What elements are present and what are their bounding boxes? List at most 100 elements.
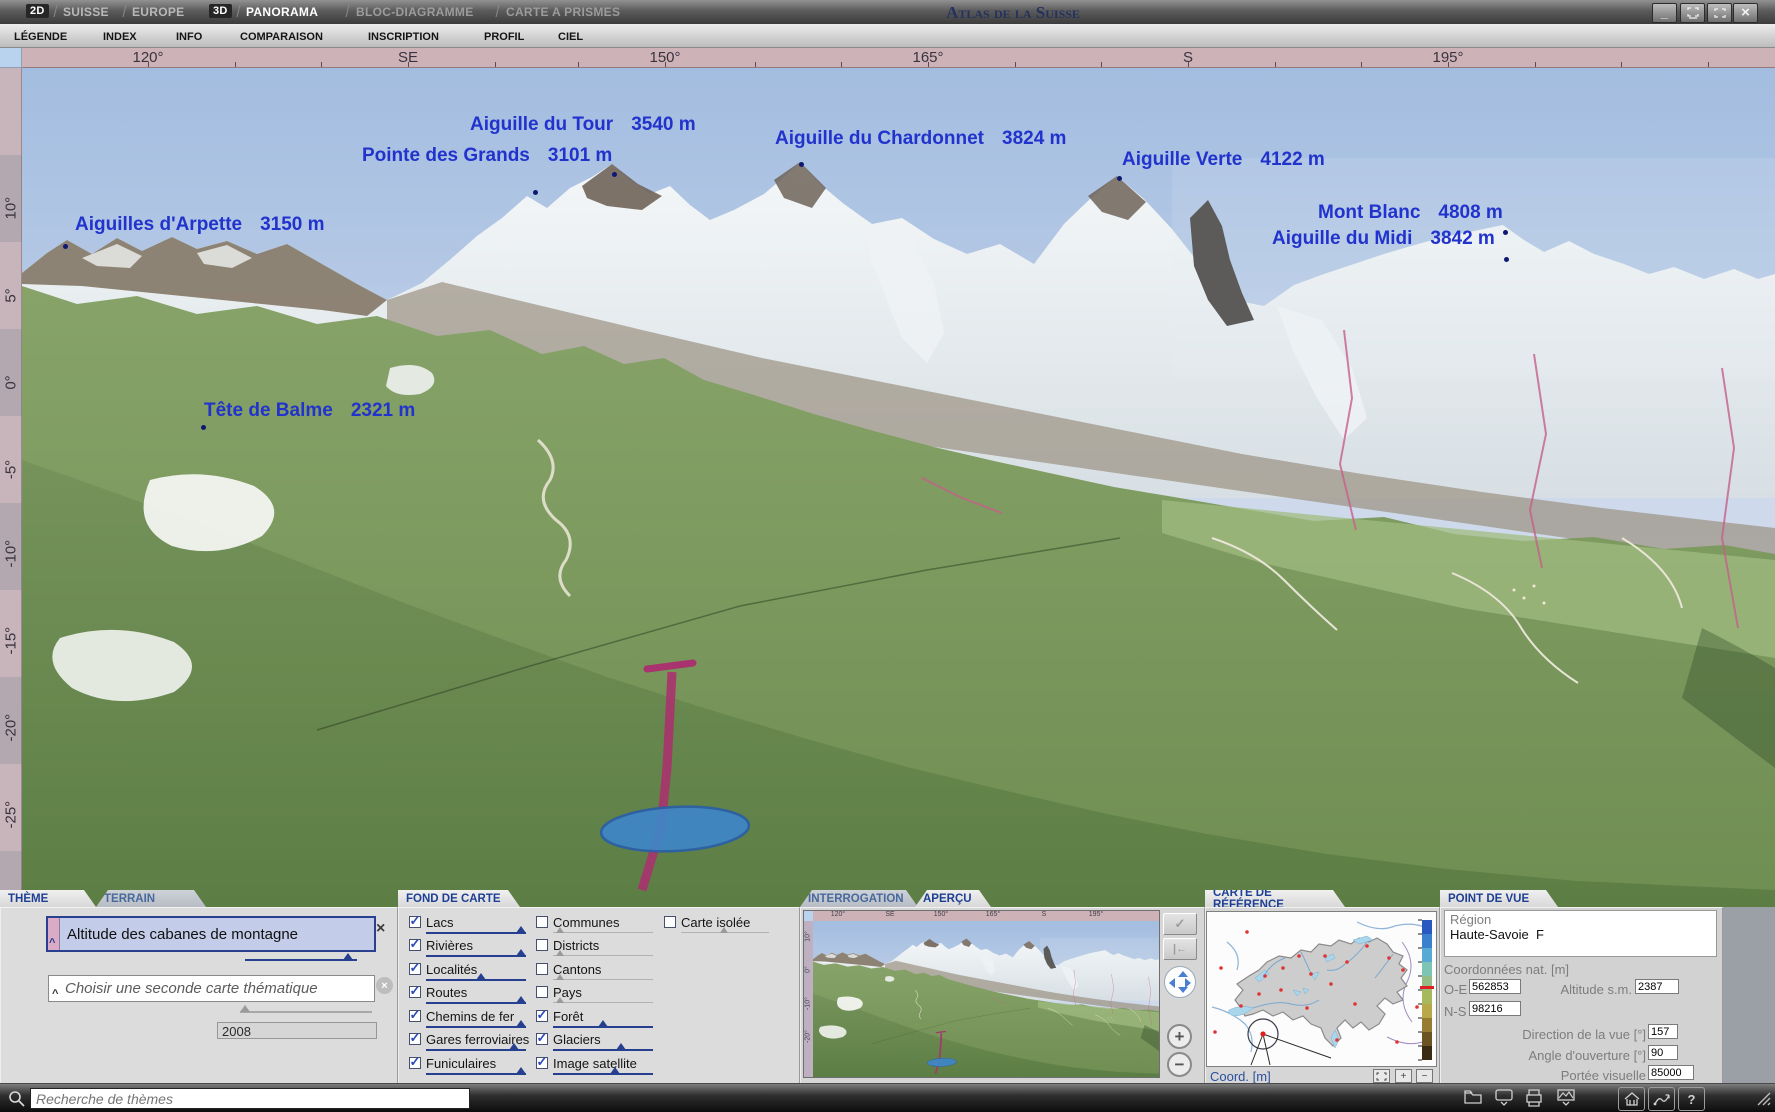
switzerland-map-graphic xyxy=(1207,912,1436,1066)
preview-reset-button[interactable]: |← xyxy=(1163,938,1197,960)
open-file-icon[interactable] xyxy=(1463,1088,1483,1111)
checkbox[interactable]: ✓ xyxy=(536,1057,548,1069)
nav-europe[interactable]: EUROPE xyxy=(132,5,184,19)
elevation-ruler: 10° 5° 0° -5° -10° -15° -20° -25° xyxy=(0,68,22,890)
help-button[interactable]: ? xyxy=(1678,1087,1705,1111)
checkbox[interactable]: ✓ xyxy=(409,1033,421,1045)
theme-opacity-slider[interactable] xyxy=(245,959,357,961)
layer-opacity-slider[interactable] xyxy=(553,1026,653,1028)
status-bar: ? xyxy=(0,1083,1775,1112)
checkbox[interactable]: ✓ xyxy=(409,1010,421,1022)
nav-panorama[interactable]: PANORAMA xyxy=(246,5,318,19)
restore-button[interactable] xyxy=(1680,3,1705,23)
oe-input[interactable] xyxy=(1469,979,1521,994)
layer-opacity-slider[interactable] xyxy=(426,1073,526,1075)
layer-opacity-slider[interactable] xyxy=(426,955,526,957)
download-icon[interactable] xyxy=(1493,1088,1515,1112)
minimize-button[interactable]: _ xyxy=(1652,3,1677,23)
checkbox[interactable]: ✓ xyxy=(409,939,421,951)
layer-opacity-slider[interactable] xyxy=(426,932,526,934)
export-image-icon[interactable] xyxy=(1555,1088,1577,1112)
menu-index[interactable]: INDEX xyxy=(103,31,137,43)
preview-zoom-in-button[interactable]: + xyxy=(1167,1024,1192,1049)
layer-opacity-slider[interactable] xyxy=(426,979,526,981)
checkbox[interactable] xyxy=(536,963,548,975)
nav-carte-a-prismes[interactable]: CARTE A PRISMES xyxy=(506,5,620,19)
checkbox[interactable] xyxy=(536,986,548,998)
checkbox[interactable]: ✓ xyxy=(536,1010,548,1022)
visual-range-input[interactable] xyxy=(1648,1065,1694,1080)
slider-handle[interactable] xyxy=(240,1005,250,1012)
layer-opacity-slider[interactable] xyxy=(553,979,653,980)
nav-bloc-diagramme[interactable]: BLOC-DIAGRAMME xyxy=(356,5,474,19)
layer-opacity-slider[interactable] xyxy=(681,932,769,933)
aperture-angle-label: Angle d'ouverture [°] xyxy=(1500,1048,1646,1063)
preview-compass-ruler: 120° SE 150° 165° S 195° xyxy=(813,911,1159,921)
measure-tool-button[interactable] xyxy=(1648,1087,1675,1111)
preview-zoom-out-button[interactable]: − xyxy=(1167,1052,1192,1077)
tab-theme[interactable]: THÈME xyxy=(0,890,96,907)
tab-terrain[interactable]: TERRAIN xyxy=(96,890,206,907)
menu-profil[interactable]: PROFIL xyxy=(484,31,524,43)
close-button[interactable]: × xyxy=(1733,3,1758,23)
ruler-corner xyxy=(0,48,22,68)
layer-opacity-slider[interactable] xyxy=(553,1049,653,1051)
second-theme-select[interactable]: ^ Choisir une seconde carte thématique xyxy=(48,975,375,1002)
checkbox[interactable] xyxy=(536,916,548,928)
layer-opacity-slider[interactable] xyxy=(553,1073,653,1075)
menu-inscription[interactable]: INSCRIPTION xyxy=(368,31,439,43)
print-icon[interactable] xyxy=(1524,1088,1544,1112)
checkbox[interactable]: ✓ xyxy=(409,986,421,998)
switzerland-reference-map[interactable] xyxy=(1206,911,1437,1067)
ns-input[interactable] xyxy=(1469,1001,1521,1016)
map-extent-button[interactable] xyxy=(1373,1069,1390,1083)
chevron-up-icon: ^ xyxy=(52,988,58,1000)
nav-suisse[interactable]: SUISSE xyxy=(63,5,109,19)
slider-handle[interactable] xyxy=(343,953,353,960)
mode-2d-button[interactable]: 2D xyxy=(26,4,49,18)
checkbox[interactable]: ✓ xyxy=(409,916,421,928)
peak-marker xyxy=(799,162,804,167)
panorama-preview[interactable]: 120° SE 150° 165° S 195° 10° 0° -10° -20… xyxy=(803,910,1160,1078)
aperture-angle-input[interactable] xyxy=(1648,1045,1678,1060)
mode-3d-button[interactable]: 3D xyxy=(209,4,232,18)
menu-ciel[interactable]: CIEL xyxy=(558,31,583,43)
view-direction-input[interactable] xyxy=(1648,1024,1678,1039)
panorama-view[interactable] xyxy=(22,68,1775,908)
altitude-input[interactable] xyxy=(1635,979,1679,994)
map-zoom-in-button[interactable]: + xyxy=(1395,1069,1412,1083)
checkbox[interactable]: ✓ xyxy=(409,1057,421,1069)
year-slider[interactable] xyxy=(240,1011,372,1013)
tab-carte-de-reference[interactable]: CARTE DE RÉFÉRENCE xyxy=(1205,890,1345,907)
menu-comparaison[interactable]: COMPARAISON xyxy=(240,31,323,43)
extent-icon xyxy=(1376,1072,1387,1081)
menu-info[interactable]: INFO xyxy=(176,31,202,43)
resize-grip[interactable] xyxy=(1755,1090,1771,1111)
year-field[interactable]: 2008 xyxy=(217,1022,377,1039)
layer-opacity-slider[interactable] xyxy=(553,1002,653,1003)
menu-legende[interactable]: LÉGENDE xyxy=(14,31,67,43)
tab-fond-de-carte[interactable]: FOND DE CARTE xyxy=(398,890,520,907)
maximize-button[interactable] xyxy=(1707,3,1732,23)
checkbox[interactable] xyxy=(664,916,676,928)
checkbox[interactable]: ✓ xyxy=(536,1033,548,1045)
second-theme-placeholder: Choisir une seconde carte thématique xyxy=(65,980,318,997)
theme-search-input[interactable] xyxy=(30,1088,470,1109)
checkbox[interactable] xyxy=(536,939,548,951)
cabins-tool-button[interactable] xyxy=(1618,1087,1645,1111)
layer-opacity-slider[interactable] xyxy=(553,932,653,933)
theme-close-button[interactable]: × xyxy=(376,920,385,938)
tab-interrogation[interactable]: INTERROGATION xyxy=(800,890,918,907)
map-zoom-out-button[interactable]: − xyxy=(1416,1069,1433,1083)
theme-select[interactable]: ^ Altitude des cabanes de montagne xyxy=(46,916,376,952)
preview-pan-button[interactable] xyxy=(1164,966,1196,998)
tab-apercu[interactable]: APERÇU xyxy=(915,890,991,907)
second-theme-clear-button[interactable]: × xyxy=(376,977,393,994)
layer-opacity-slider[interactable] xyxy=(426,1049,526,1051)
layer-opacity-slider[interactable] xyxy=(426,1002,526,1004)
preview-apply-button[interactable]: ✓ xyxy=(1163,913,1197,935)
checkbox[interactable]: ✓ xyxy=(409,963,421,975)
tab-point-de-vue[interactable]: POINT DE VUE xyxy=(1440,890,1558,907)
layer-opacity-slider[interactable] xyxy=(553,955,653,956)
layer-opacity-slider[interactable] xyxy=(426,1026,526,1028)
